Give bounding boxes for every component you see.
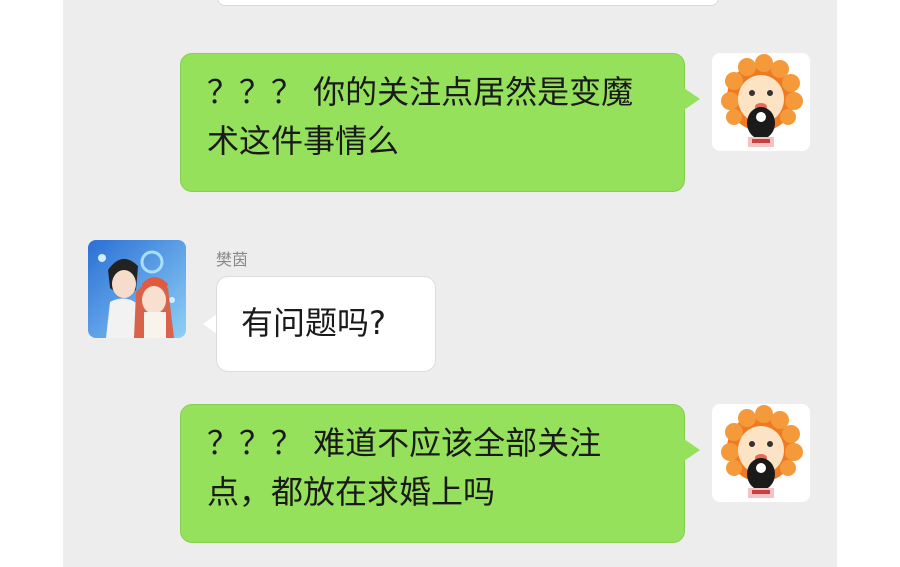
bubble-tail — [684, 439, 700, 461]
lion-sticker-avatar[interactable] — [712, 53, 810, 151]
message-text: ？？？ 难道不应该全部关注点，都放在求婚上吗 — [207, 424, 602, 511]
outgoing-message-bubble[interactable]: ？？？ 难道不应该全部关注点，都放在求婚上吗 — [180, 404, 685, 543]
message-text: ？？？ 你的关注点居然是变魔术这件事情么 — [207, 73, 634, 160]
bubble-tail — [203, 314, 217, 334]
sender-name: 樊茵 — [216, 250, 249, 269]
lion-avatar-icon — [712, 53, 810, 151]
message-text: 有问题吗? — [241, 304, 386, 342]
incoming-message-bubble[interactable]: 有问题吗? — [216, 276, 436, 372]
bubble-tail — [684, 88, 700, 110]
anime-avatar-icon — [88, 240, 186, 338]
outgoing-message-bubble[interactable]: ？？？ 你的关注点居然是变魔术这件事情么 — [180, 53, 685, 192]
lion-avatar-icon — [712, 404, 810, 502]
chat-area[interactable]: ？？？ 你的关注点居然是变魔术这件事情么 樊茵 有问题吗? ？？？ 难道不应该全… — [63, 0, 837, 567]
previous-message-bubble[interactable] — [217, 0, 719, 6]
lion-sticker-avatar[interactable] — [712, 404, 810, 502]
anime-couple-avatar[interactable] — [88, 240, 186, 338]
